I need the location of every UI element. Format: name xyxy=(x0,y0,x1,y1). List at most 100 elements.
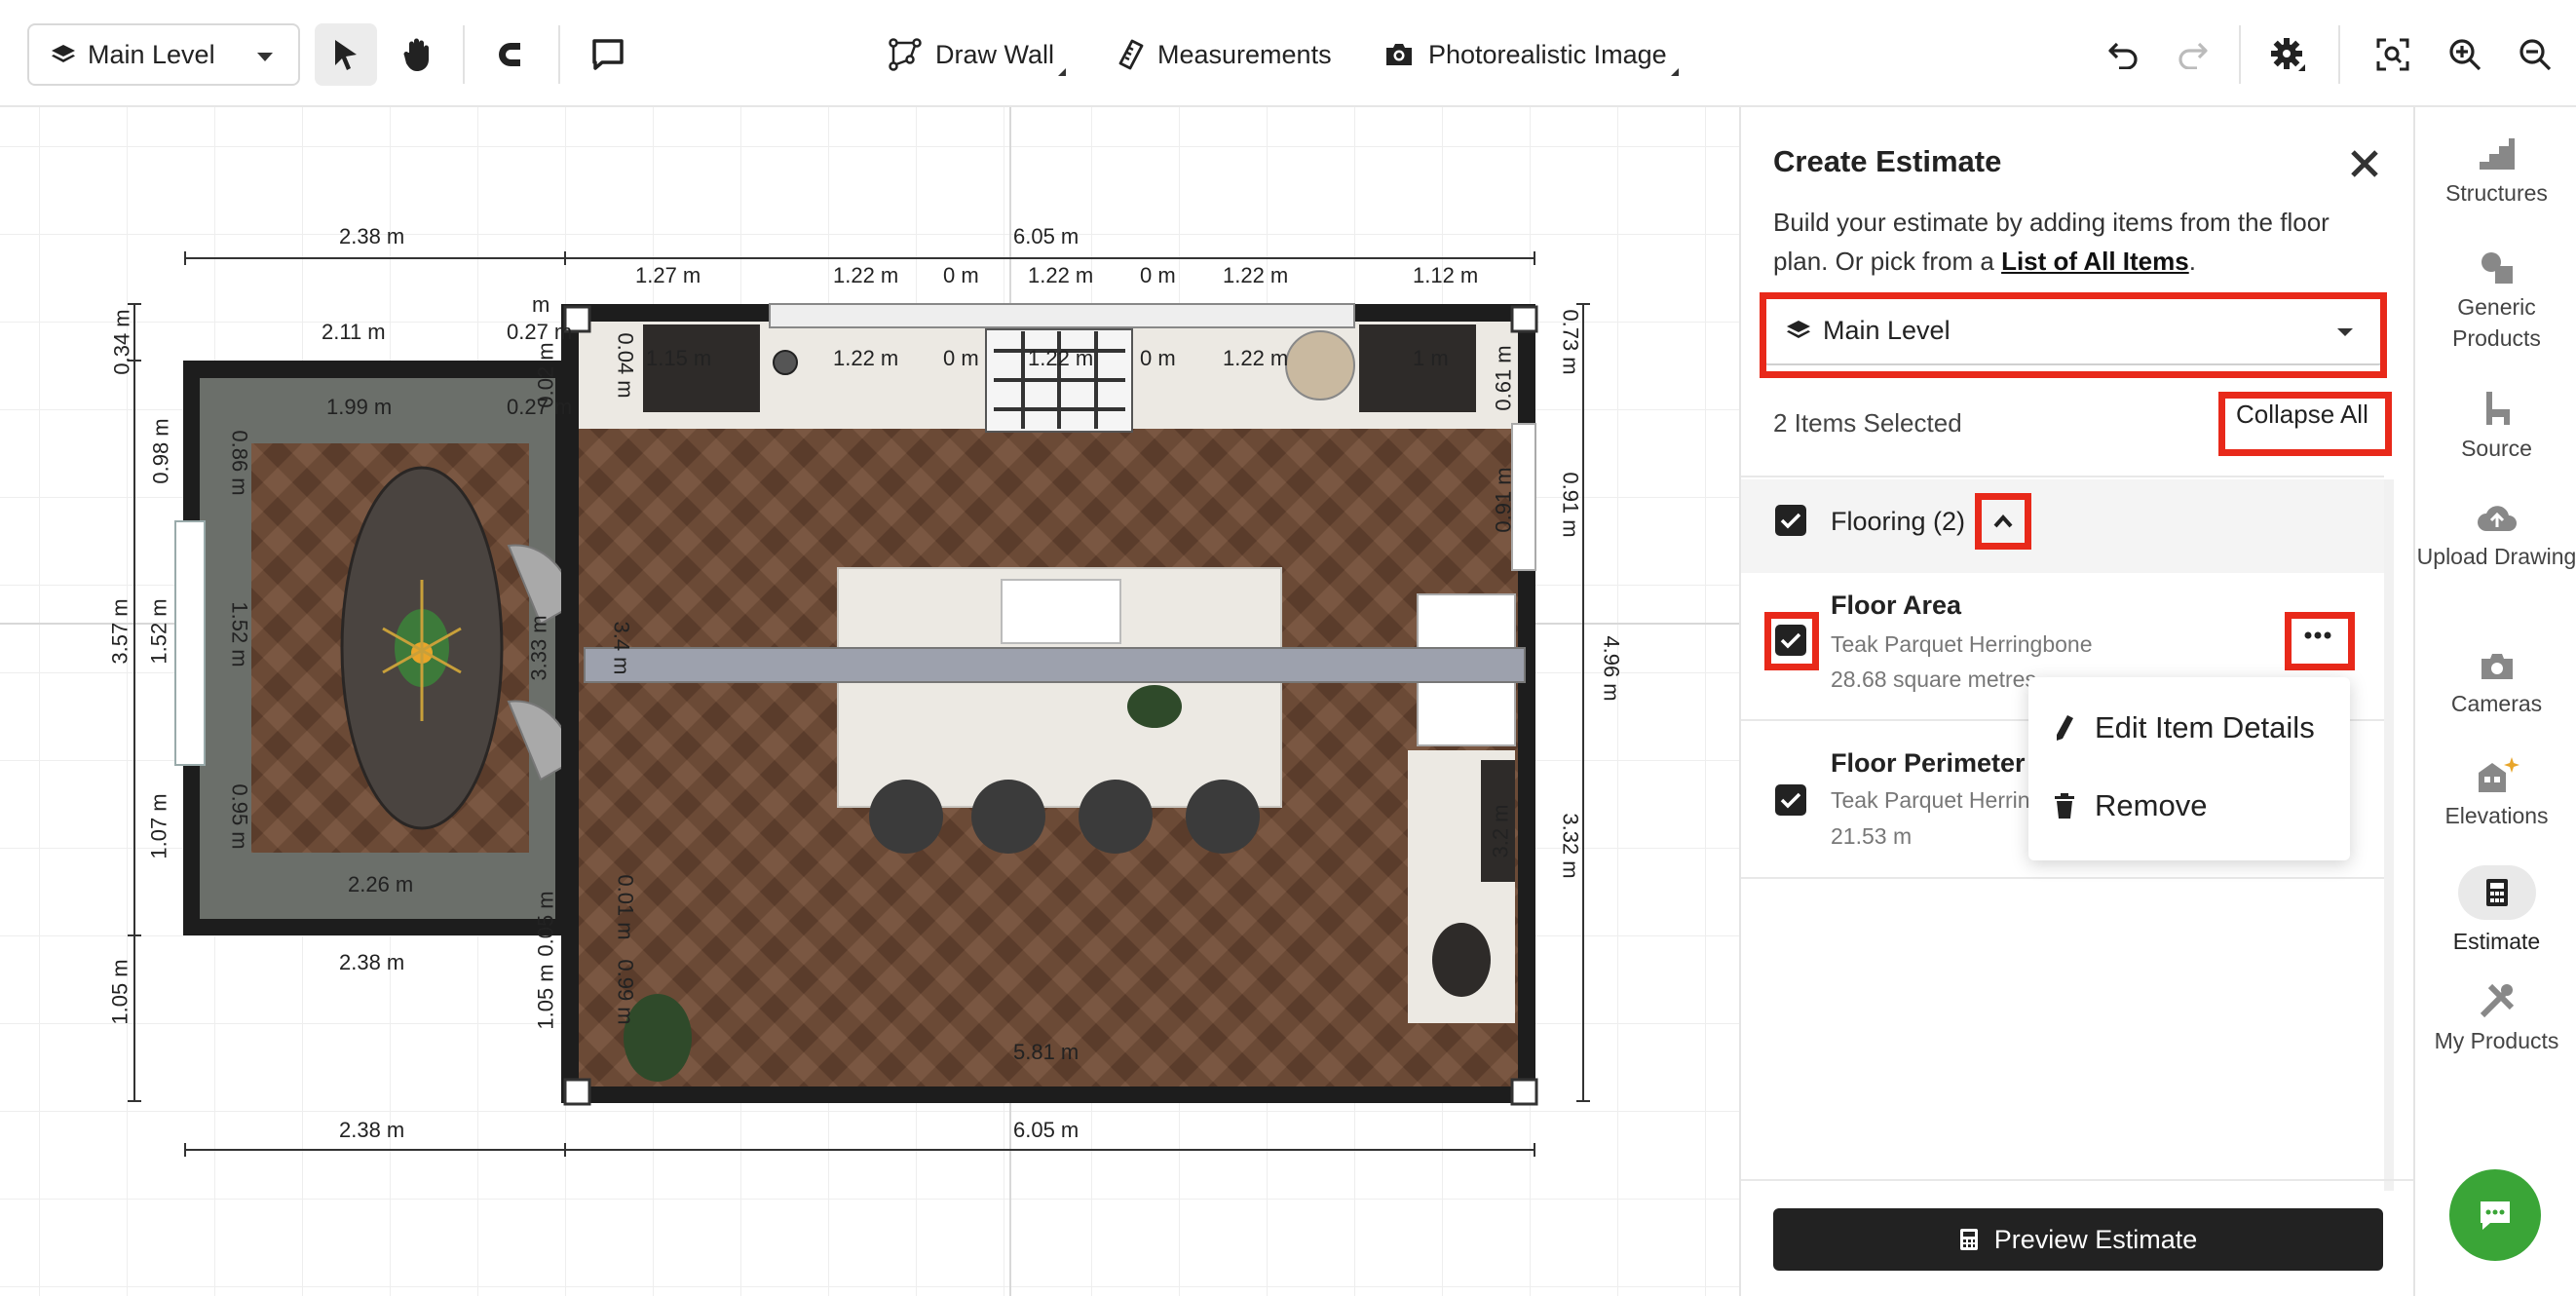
floor-area-material: Teak Parquet Herringbone xyxy=(1831,631,2093,657)
close-icon xyxy=(2351,150,2378,177)
redo-button[interactable] xyxy=(2161,23,2223,86)
floor-area-quantity: 28.68 square metres xyxy=(1831,667,2036,692)
hand-icon xyxy=(403,38,429,71)
ruler-icon xyxy=(1118,39,1144,70)
rail-label: Estimate xyxy=(2452,929,2541,954)
preview-estimate-button[interactable]: Preview Estimate xyxy=(1773,1208,2383,1271)
elevation-icon xyxy=(2478,757,2519,792)
magnet-snap-button[interactable] xyxy=(481,23,544,86)
estimate-active-pill xyxy=(2457,865,2536,920)
dim-label: 0.02 m xyxy=(533,342,558,408)
pan-tool-button[interactable] xyxy=(386,23,448,86)
toolbar-divider xyxy=(558,25,560,84)
toolbar-divider xyxy=(2239,25,2241,84)
dim-label: 1.22 m xyxy=(1223,346,1289,370)
toolbar-divider xyxy=(463,25,465,84)
dim-label: 5.81 m xyxy=(1013,1040,1080,1064)
dim-label: 2.26 m xyxy=(348,872,414,896)
chat-support-button[interactable] xyxy=(2449,1169,2541,1261)
right-rail: Structures Generic Products Source Uploa… xyxy=(2413,107,2576,1296)
camera-icon xyxy=(1386,44,1412,65)
dim-label: 6.05 m xyxy=(1013,1118,1080,1142)
dim-label: 2.38 m xyxy=(339,1118,405,1142)
rail-item-elevations[interactable]: Elevations xyxy=(2415,755,2576,831)
rail-item-estimate[interactable]: Estimate xyxy=(2415,865,2576,957)
dim-label: 0.86 m xyxy=(227,430,252,496)
create-estimate-panel: Create Estimate Build your estimate by a… xyxy=(1739,107,2415,1296)
dim-label: 0.05 m xyxy=(533,891,558,957)
comment-button[interactable] xyxy=(577,23,639,86)
dim-label: 0.27 m xyxy=(507,320,573,344)
zoom-in-button[interactable] xyxy=(2434,23,2496,86)
chair-icon xyxy=(2485,392,2510,425)
dim-label: m xyxy=(532,292,550,317)
rail-label: Elevations xyxy=(2444,803,2549,828)
zoom-out-icon xyxy=(2519,39,2552,71)
rail-label: Cameras xyxy=(2450,691,2543,716)
dim-label: 3.4 m xyxy=(609,621,634,675)
flooring-group-checkbox[interactable] xyxy=(1775,505,1806,536)
dim-label: 3.33 m xyxy=(526,615,551,681)
dim-label: 0 m xyxy=(943,346,979,370)
dim-label: 2.11 m xyxy=(322,320,386,344)
highlight-box xyxy=(2218,392,2392,456)
camera-icon xyxy=(2481,654,2513,679)
dim-label: 1.22 m xyxy=(1028,263,1094,287)
photorealistic-image-button[interactable]: Photorealistic Image xyxy=(1383,23,1679,86)
fit-to-screen-button[interactable] xyxy=(2362,23,2424,86)
dim-label: 0 m xyxy=(943,263,979,287)
remove-label: Remove xyxy=(2095,788,2208,822)
undo-icon xyxy=(2108,42,2138,69)
floor-plan-canvas[interactable]: 2.38 m 6.05 m 1.27 m 1.22 m 0 m 1.22 m 0… xyxy=(0,107,1739,1296)
rail-item-cameras[interactable]: Cameras xyxy=(2415,651,2576,719)
select-tool-button[interactable] xyxy=(315,23,377,86)
stairs-icon xyxy=(2479,138,2515,170)
rail-item-my-products[interactable]: My Products xyxy=(2415,982,2576,1056)
rail-item-upload-drawing[interactable]: Upload Drawing xyxy=(2415,502,2576,572)
undo-button[interactable] xyxy=(2093,23,2155,86)
panel-title: Create Estimate xyxy=(1773,144,2002,178)
dim-label: 1 m xyxy=(1413,346,1449,370)
draw-wall-button[interactable]: Draw Wall xyxy=(889,23,1067,86)
trash-icon xyxy=(2055,793,2074,819)
rail-item-generic-products[interactable]: Generic Products xyxy=(2415,248,2576,354)
dim-label: 0.91 m xyxy=(1491,467,1516,533)
submenu-corner-icon xyxy=(1670,68,1679,76)
rail-item-source[interactable]: Source xyxy=(2415,390,2576,464)
dim-label: 0.04 m xyxy=(613,332,638,399)
level-selector[interactable]: Main Level xyxy=(27,23,300,86)
dim-label: 0.01 m xyxy=(613,874,638,940)
preview-estimate-label: Preview Estimate xyxy=(1993,1224,2198,1254)
item-context-menu: Edit Item Details Remove xyxy=(2028,677,2350,860)
panel-scrollbar[interactable] xyxy=(2384,479,2394,1191)
dim-label: 1.12 m xyxy=(1413,263,1479,287)
remove-option[interactable]: Remove xyxy=(2054,788,2207,823)
zoom-out-button[interactable] xyxy=(2504,23,2566,86)
dim-label: 0.99 m xyxy=(613,959,638,1025)
rail-label: Structures xyxy=(2445,180,2548,206)
rail-item-structures[interactable]: Structures xyxy=(2415,134,2576,209)
close-panel-button[interactable] xyxy=(2345,144,2384,183)
calculator-icon xyxy=(1959,1229,1978,1250)
magnet-icon xyxy=(499,43,525,66)
rail-label: My Products xyxy=(2434,1028,2559,1053)
cloud-upload-icon xyxy=(2477,506,2517,531)
check-icon xyxy=(1780,792,1801,809)
redo-icon xyxy=(2178,42,2208,69)
list-of-all-items-link[interactable]: List of All Items xyxy=(2001,247,2189,276)
dim-label: 1.05 m xyxy=(107,959,133,1025)
floor-perimeter-checkbox[interactable] xyxy=(1775,784,1806,816)
dim-label: 3.2 m xyxy=(1488,804,1513,858)
settings-button[interactable] xyxy=(2256,23,2319,86)
floor-area-name: Floor Area xyxy=(1831,591,1962,620)
edit-item-details-option[interactable]: Edit Item Details xyxy=(2054,710,2315,745)
tools-icon xyxy=(2480,983,2514,1018)
dim-label: 1.22 m xyxy=(1223,263,1289,287)
description-period: . xyxy=(2188,247,2196,276)
measurements-label: Measurements xyxy=(1157,39,1332,69)
measurements-button[interactable]: Measurements xyxy=(1118,23,1332,86)
chevron-down-icon xyxy=(257,53,273,61)
dim-label: 0.98 m xyxy=(148,418,173,484)
panel-description: Build your estimate by adding items from… xyxy=(1773,203,2377,281)
dim-label: 0.91 m xyxy=(1558,472,1583,538)
